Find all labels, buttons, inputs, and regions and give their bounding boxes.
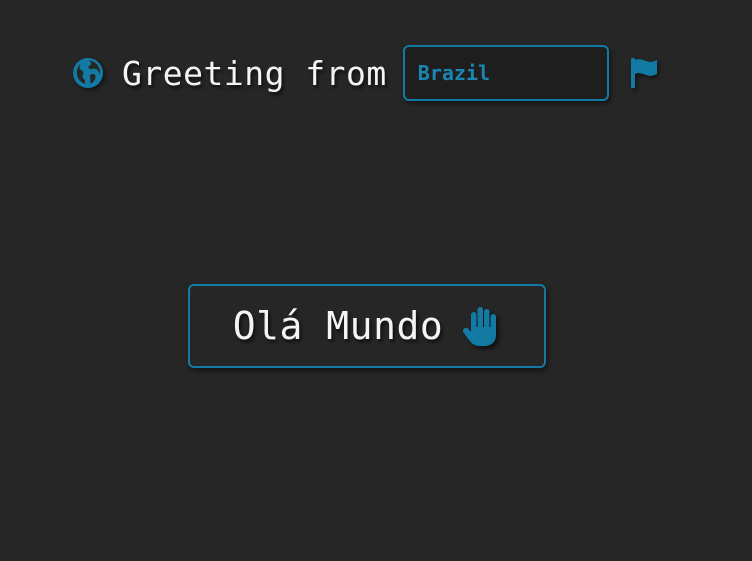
globe-icon: [73, 58, 103, 88]
flag-icon: [630, 58, 657, 88]
greeting-header: Greeting from: [72, 44, 659, 102]
country-input[interactable]: [402, 45, 609, 101]
greeting-button[interactable]: Olá Mundo: [188, 284, 546, 368]
greeting-label: Greeting from: [122, 53, 387, 93]
waving-hand-icon: [463, 307, 497, 346]
greeting-text: Olá Mundo: [232, 304, 444, 348]
